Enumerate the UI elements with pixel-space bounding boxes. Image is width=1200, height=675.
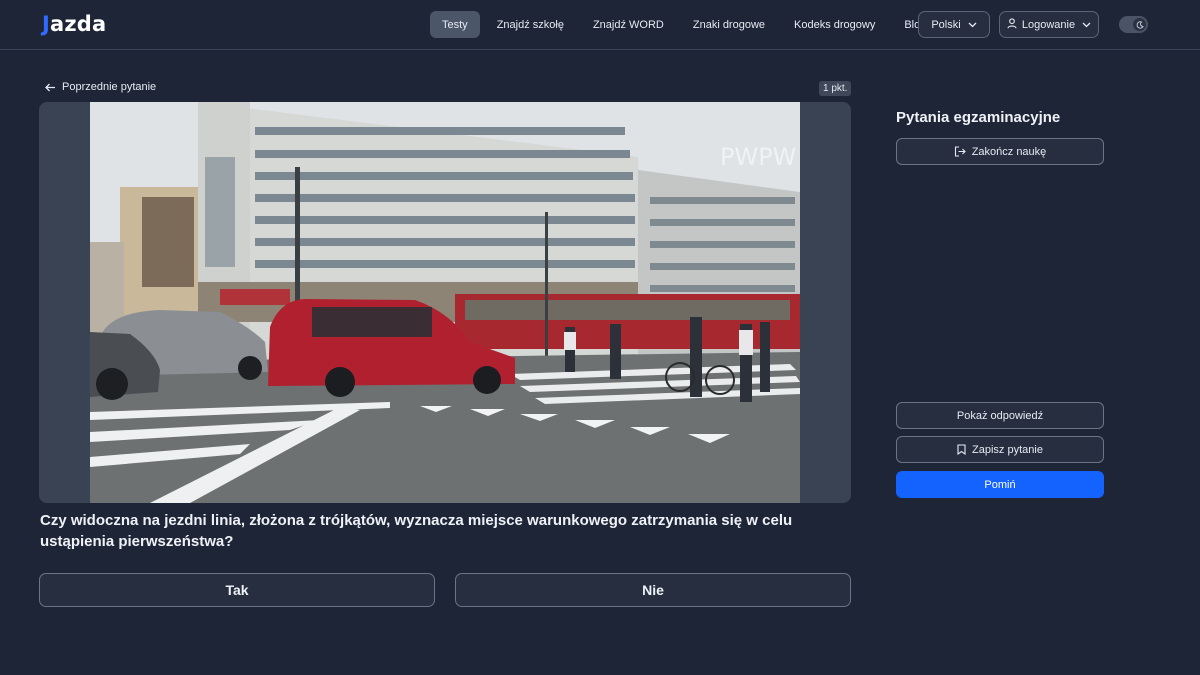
nav-item-traffic-code[interactable]: Kodeks drogowy (782, 11, 887, 38)
nav-item-find-word[interactable]: Znajdź WORD (581, 11, 676, 38)
language-dropdown[interactable]: Polski (918, 11, 990, 38)
bookmark-icon (957, 444, 966, 455)
main-nav: Testy Znajdź szkołę Znajdź WORD Znaki dr… (430, 11, 943, 38)
question-photo: PWPW (90, 102, 800, 503)
previous-question-link[interactable]: Poprzednie pytanie (45, 81, 156, 93)
answer-no-button[interactable]: Nie (455, 573, 851, 607)
theme-toggle[interactable] (1119, 16, 1148, 33)
chevron-down-icon (968, 19, 977, 31)
logo-text: azda (50, 12, 107, 36)
user-icon (1007, 17, 1017, 32)
sidebar-title: Pytania egzaminacyjne (896, 109, 1061, 126)
nav-item-testy[interactable]: Testy (430, 11, 480, 38)
logo[interactable]: Jazda (42, 12, 106, 36)
top-navbar: Jazda Testy Znajdź szkołę Znajdź WORD Zn… (0, 0, 1200, 50)
logo-letter: J (42, 12, 51, 36)
points-badge: 1 pkt. (819, 81, 852, 96)
chevron-down-icon (1082, 19, 1091, 31)
end-learning-label: Zakończ naukę (971, 145, 1047, 158)
moon-icon (1133, 18, 1146, 31)
login-label: Logowanie (1021, 18, 1076, 31)
save-question-label: Zapisz pytanie (972, 443, 1043, 456)
previous-question-label: Poprzednie pytanie (62, 81, 157, 93)
save-question-button[interactable]: Zapisz pytanie (896, 436, 1104, 463)
arrow-left-icon (45, 83, 55, 91)
nav-item-road-signs[interactable]: Znaki drogowe (681, 11, 777, 38)
language-label: Polski (931, 18, 961, 31)
nav-item-find-school[interactable]: Znajdź szkołę (485, 11, 576, 38)
login-dropdown[interactable]: Logowanie (999, 11, 1099, 38)
answer-yes-button[interactable]: Tak (39, 573, 435, 607)
question-text: Czy widoczna na jezdni linia, złożona z … (40, 512, 793, 550)
skip-button[interactable]: Pomiń (896, 471, 1104, 498)
end-learning-button[interactable]: Zakończ naukę (896, 138, 1104, 165)
photo-watermark: PWPW (720, 143, 796, 171)
question-media: PWPW (39, 102, 851, 503)
show-answer-button[interactable]: Pokaż odpowiedź (896, 402, 1104, 429)
logout-icon (954, 146, 966, 157)
